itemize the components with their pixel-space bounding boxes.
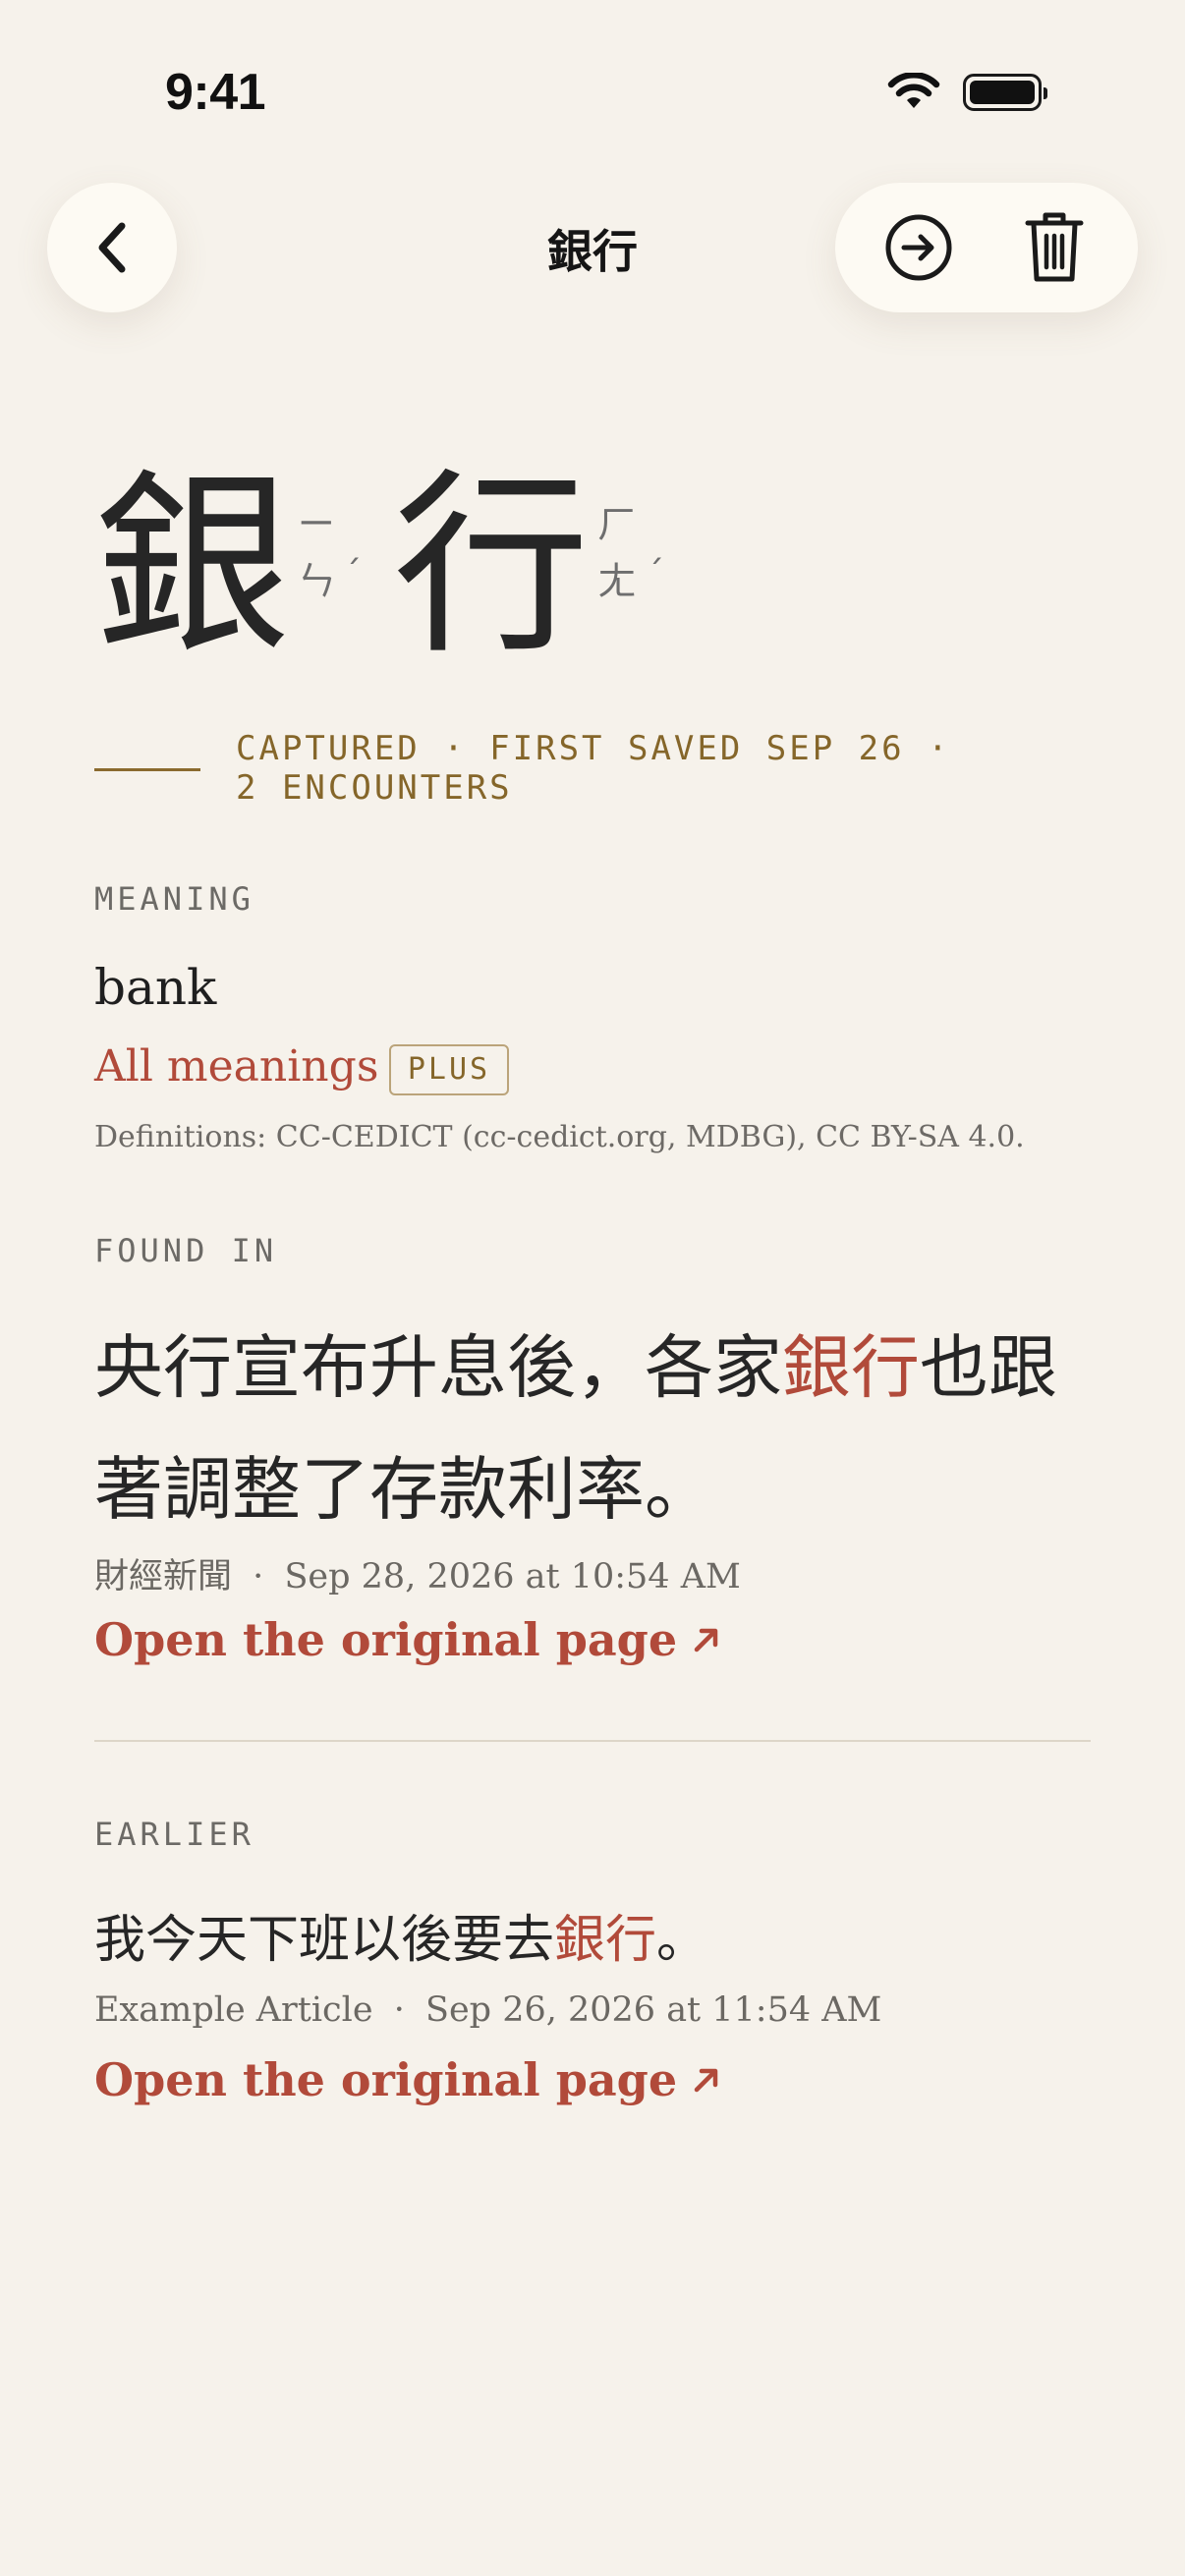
delete-button[interactable] xyxy=(1005,198,1103,297)
arrow-up-right-icon xyxy=(694,1628,718,1652)
meaning-gloss: bank xyxy=(94,959,217,1016)
open-original-link-1[interactable]: Open the original page xyxy=(94,1613,722,1666)
encounter-date: Sep 26, 2026 at 11:54 AM xyxy=(424,1990,882,2030)
meaning-label: MEANING xyxy=(94,880,254,918)
status-icons xyxy=(886,73,1047,112)
earlier-meta: Example Article · Sep 26, 2026 at 11:54 … xyxy=(94,1990,882,2030)
wifi-icon xyxy=(887,73,940,108)
found-in-meta: 財經新聞 · Sep 28, 2026 at 10:54 AM xyxy=(94,1557,741,1596)
earlier-label: EARLIER xyxy=(94,1816,254,1853)
captured-rule xyxy=(94,768,200,771)
captured-info: CAPTURED · FIRST SAVED SEP 26 · 2 ENCOUN… xyxy=(236,729,951,808)
earlier-highlight: 銀行 xyxy=(554,1911,657,1970)
zhuyin-2: ㄏ ㄤ xyxy=(597,502,637,604)
definitions-credit: Definitions: CC-CEDICT (cc-cedict.org, M… xyxy=(94,1120,1025,1154)
headword-char-2: 行 xyxy=(393,452,591,681)
arrow-circle-right-icon xyxy=(885,214,952,281)
headword-char-1: 銀 xyxy=(94,452,292,681)
battery-icon xyxy=(963,74,1047,111)
arrow-up-right-icon xyxy=(694,2068,718,2093)
tone-mark-2: ˊ xyxy=(647,554,664,594)
nav-actions xyxy=(835,183,1138,312)
found-in-sentence: 央行宣布升息後，各家銀行也跟著調整了存款利率。 xyxy=(94,1327,1057,1530)
earlier-sentence: 我今天下班以後要去銀行。 xyxy=(94,1911,708,1970)
found-in-label: FOUND IN xyxy=(94,1232,278,1269)
open-original-link-2[interactable]: Open the original page xyxy=(94,2053,722,2106)
source-name: Example Article xyxy=(94,1990,373,2030)
encounter-date: Sep 28, 2026 at 10:54 AM xyxy=(284,1557,741,1596)
status-time: 9:41 xyxy=(165,64,266,121)
section-divider xyxy=(94,1740,1091,1742)
plus-badge: PLUS xyxy=(389,1044,509,1095)
source-name: 財經新聞 xyxy=(94,1557,233,1596)
zhuyin-1: ㄧ ㄣ xyxy=(297,502,336,604)
open-word-button[interactable] xyxy=(870,198,968,297)
found-in-highlight: 銀行 xyxy=(782,1327,920,1408)
all-meanings-link[interactable]: All meanings xyxy=(94,1041,378,1092)
trash-icon xyxy=(1025,212,1084,282)
tone-mark-1: ˊ xyxy=(344,554,362,594)
